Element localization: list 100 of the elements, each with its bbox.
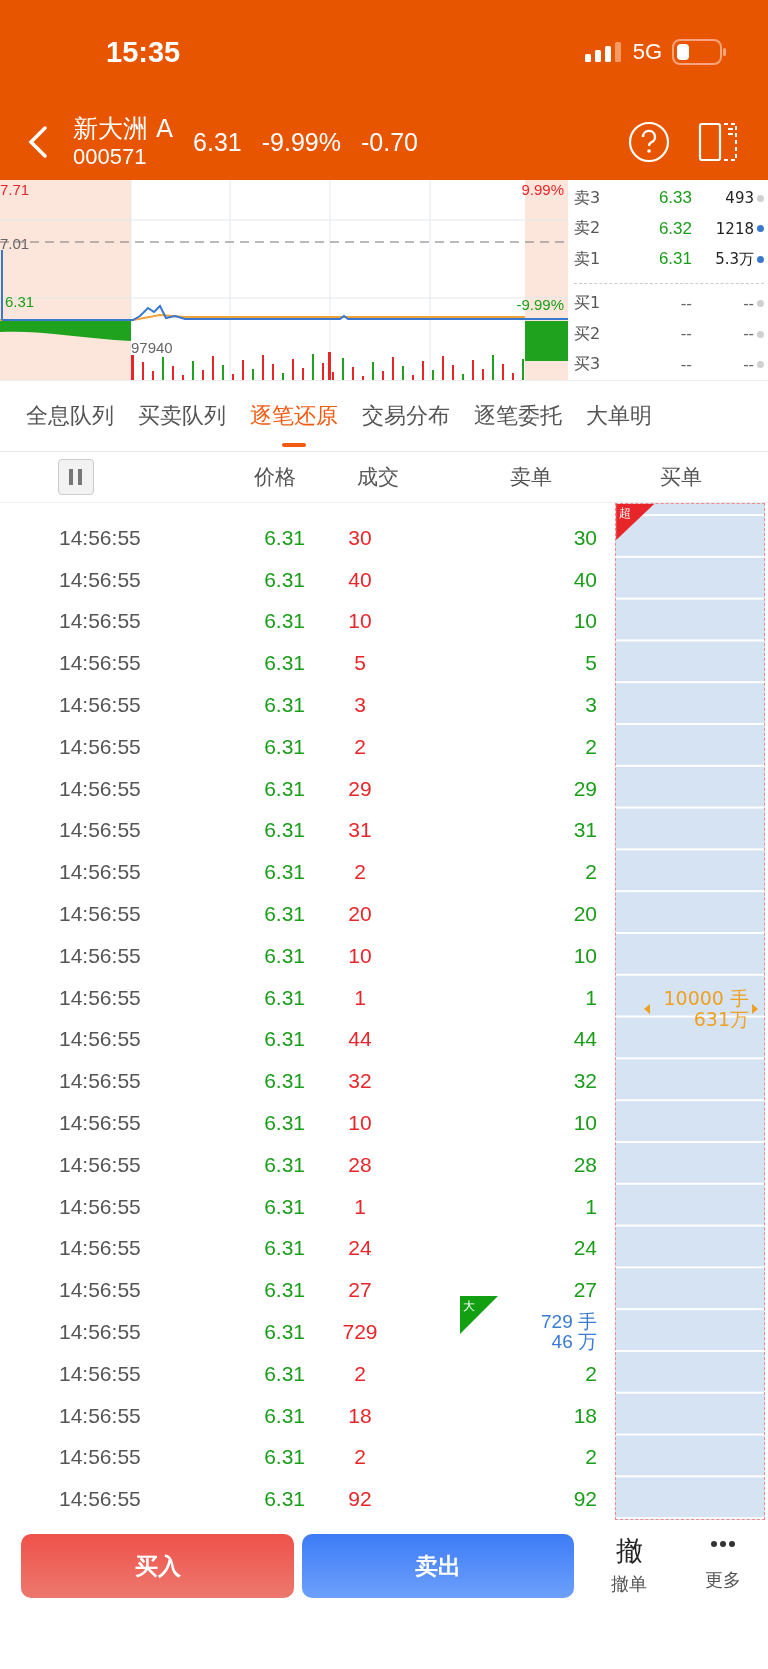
column-header: 卖单 <box>510 464 552 491</box>
sell-order-cell: 1 <box>585 1194 597 1219</box>
right-caret-icon <box>752 1003 758 1014</box>
volume-cell-text: 44 <box>347 1027 373 1052</box>
price-change: -0.70 <box>360 127 418 157</box>
volume-cell-text: 24 <box>347 1236 373 1261</box>
order-price: -- <box>679 324 692 345</box>
volume-cell-text: 1 <box>353 1194 367 1219</box>
stock-price: 6.31 <box>193 127 242 157</box>
sell-order-cell: 29 <box>573 776 597 801</box>
cancel-order-button[interactable]: 撤 撤单 <box>594 1536 664 1596</box>
order-level-label: 买2 <box>574 323 602 345</box>
high-percent-label: 9.99% <box>521 182 564 197</box>
order-volume: -- <box>742 355 754 374</box>
help-icon[interactable] <box>628 121 670 163</box>
sell-order-cell: 32 <box>573 1069 597 1094</box>
pause-button[interactable] <box>58 459 94 495</box>
volume-cell-text: 729 <box>341 1320 379 1345</box>
auction-volume-area <box>525 321 568 361</box>
order-volume: 5.3万 <box>714 249 754 269</box>
cancel-order-label: 撤单 <box>611 1571 647 1596</box>
more-button[interactable]: 更多 <box>688 1540 758 1592</box>
price-cell-text: 6.31 <box>263 1194 305 1219</box>
price-cell-text: 6.31 <box>263 525 305 550</box>
order-volume: 1218 <box>714 219 754 238</box>
layout-icon[interactable] <box>698 121 740 163</box>
column-header: 成交 <box>357 464 399 491</box>
sell-order-cell: 2 <box>585 860 597 885</box>
volume-cell-text: 30 <box>347 525 373 550</box>
order-volume: 493 <box>724 189 754 208</box>
price-cell-text: 6.31 <box>263 985 305 1010</box>
order-price: -- <box>679 293 692 314</box>
time-cell-text: 14:56:55 <box>59 1236 142 1261</box>
order-volume: -- <box>742 325 754 344</box>
price-cell-text: 6.31 <box>263 1027 305 1052</box>
low-percent-label: -9.99% <box>516 297 564 312</box>
volume-cell-text: 18 <box>347 1403 373 1428</box>
time-cell-text: 14:56:55 <box>59 525 142 550</box>
tab[interactable]: 全息队列 <box>14 381 126 451</box>
tab[interactable]: 逐笔委托 <box>462 381 574 451</box>
column-header: 买单 <box>660 464 702 491</box>
price-cell-text: 6.31 <box>263 943 305 968</box>
high-price-label: 7.71 <box>0 182 30 197</box>
price-cell-text: 6.31 <box>263 1111 305 1136</box>
time-cell-text: 14:56:55 <box>59 1069 142 1094</box>
time-cell-text: 14:56:55 <box>59 1361 142 1386</box>
sell-order-cell: 44 <box>573 1027 597 1052</box>
time-cell-text: 14:56:55 <box>59 1027 142 1052</box>
tab[interactable]: 买卖队列 <box>126 381 238 451</box>
price-cell-text: 6.31 <box>263 1320 305 1345</box>
sell-order-cell: 27 <box>573 1278 597 1303</box>
sell-order-cell: 40 <box>573 567 597 592</box>
order-level-label: 买1 <box>574 293 602 315</box>
volume-cell-text: 10 <box>347 1111 373 1136</box>
time-cell-text: 14:56:55 <box>59 609 142 634</box>
volume-cell-text: 31 <box>347 818 373 843</box>
price-cell-text: 6.31 <box>263 860 305 885</box>
order-price: 6.32 <box>657 218 692 239</box>
base-price-label: 7.01 <box>0 236 30 251</box>
time-cell-text: 14:56:55 <box>59 734 142 759</box>
tab[interactable]: 大单明 <box>574 381 664 451</box>
price-cell-text: 6.31 <box>263 651 305 676</box>
order-volume: -- <box>742 294 754 313</box>
price-cell-text: 6.31 <box>263 776 305 801</box>
volume-cell-text: 1 <box>353 985 367 1010</box>
sell-order-cell: 24 <box>573 1236 597 1261</box>
change-percent: -9.99% <box>261 127 341 157</box>
volume-cell-text: 2 <box>353 1445 367 1470</box>
signal-icon <box>584 41 623 63</box>
price-cell-text: 6.31 <box>263 693 305 718</box>
volume-cell-text: 92 <box>347 1487 373 1512</box>
time-cell-text: 14:56:55 <box>59 818 142 843</box>
price-cell-text: 6.31 <box>263 902 305 927</box>
large-order-badge: 大 <box>460 1296 498 1335</box>
price-cell-text: 6.31 <box>263 1236 305 1261</box>
sell-order-cell: 2 <box>585 1445 597 1470</box>
back-icon[interactable] <box>27 125 49 159</box>
order-level-label: 买3 <box>574 354 602 376</box>
time-cell-text: 14:56:55 <box>59 985 142 1010</box>
more-icon <box>710 1540 736 1548</box>
volume-cell-text: 20 <box>347 902 373 927</box>
time-cell-text: 14:56:55 <box>59 1152 142 1177</box>
price-cell-text: 6.31 <box>263 818 305 843</box>
volume-cell-text: 32 <box>347 1069 373 1094</box>
time-cell-text: 14:56:55 <box>59 567 142 592</box>
price-cell-text: 6.31 <box>263 1445 305 1470</box>
volume-cell-text: 27 <box>347 1278 373 1303</box>
volume-cell-text: 2 <box>353 1361 367 1386</box>
volume-label: 97940 <box>131 340 173 355</box>
price-cell-text: 6.31 <box>263 1152 305 1177</box>
large-order-amount: 46 万 <box>551 1332 597 1352</box>
price-cell-text: 6.31 <box>263 734 305 759</box>
tab[interactable]: 交易分布 <box>350 381 462 451</box>
time-cell-text: 14:56:55 <box>59 860 142 885</box>
sell-order-cell: 1 <box>585 985 597 1010</box>
time-cell-text: 14:56:55 <box>59 943 142 968</box>
price-cell-text: 6.31 <box>263 567 305 592</box>
order-price: 6.31 <box>657 249 692 270</box>
time-cell-text: 14:56:55 <box>59 1403 142 1428</box>
cancel-glyph: 撤 <box>615 1536 643 1566</box>
